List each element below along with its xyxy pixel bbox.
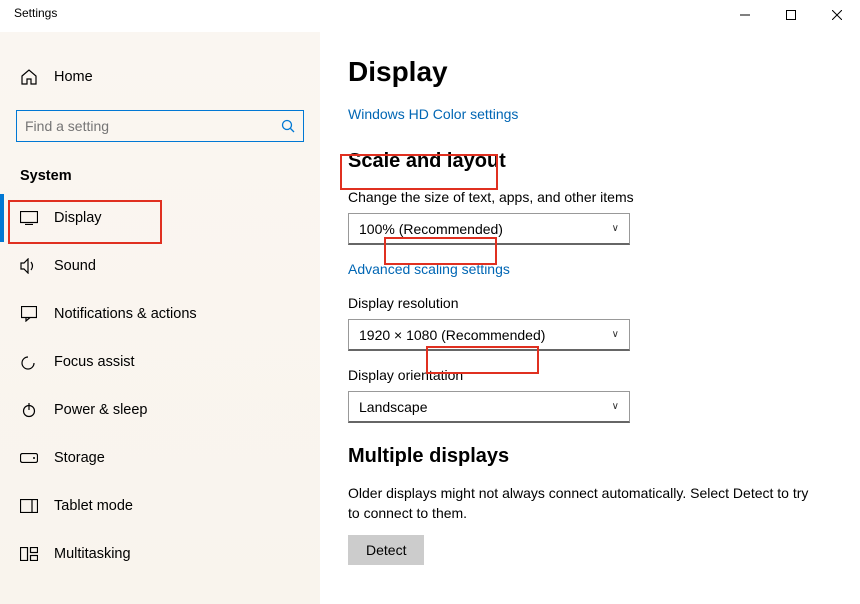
- window-title: Settings: [14, 6, 57, 20]
- multiple-displays-heading: Multiple displays: [348, 445, 832, 468]
- focus-assist-icon: [20, 353, 38, 371]
- sidebar-item-label: Notifications & actions: [54, 306, 197, 322]
- orientation-value: Landscape: [359, 399, 428, 415]
- hd-color-settings-link[interactable]: Windows HD Color settings: [348, 106, 518, 122]
- sidebar-item-label: Tablet mode: [54, 498, 133, 514]
- power-icon: [20, 401, 38, 419]
- sidebar-item-label: Focus assist: [54, 354, 135, 370]
- search-input[interactable]: [25, 118, 281, 134]
- storage-icon: [20, 449, 38, 467]
- scale-value: 100% (Recommended): [359, 221, 503, 237]
- scale-layout-heading: Scale and layout: [348, 150, 832, 173]
- multiple-displays-text: Older displays might not always connect …: [348, 484, 818, 523]
- maximize-button[interactable]: [768, 0, 814, 30]
- orientation-select[interactable]: Landscape ∨: [348, 391, 630, 423]
- resolution-select[interactable]: 1920 × 1080 (Recommended) ∨: [348, 319, 630, 351]
- sidebar-item-tablet-mode[interactable]: Tablet mode: [0, 482, 320, 530]
- advanced-scaling-link[interactable]: Advanced scaling settings: [348, 261, 510, 277]
- sound-icon: [20, 257, 38, 275]
- main-content: Display Windows HD Color settings Scale …: [320, 32, 860, 604]
- sidebar-item-display[interactable]: Display: [0, 194, 320, 242]
- scale-select[interactable]: 100% (Recommended) ∨: [348, 213, 630, 245]
- search-input-wrap[interactable]: [16, 110, 304, 142]
- notifications-icon: [20, 305, 38, 323]
- sidebar-item-label: Storage: [54, 450, 105, 466]
- sidebar-item-label: Display: [54, 210, 102, 226]
- page-title: Display: [348, 56, 832, 88]
- detect-button[interactable]: Detect: [348, 535, 424, 565]
- sidebar-item-sound[interactable]: Sound: [0, 242, 320, 290]
- chevron-down-icon: ∨: [612, 401, 619, 412]
- sidebar-item-multitasking[interactable]: Multitasking: [0, 530, 320, 578]
- titlebar: Settings: [0, 0, 860, 32]
- tablet-icon: [20, 497, 38, 515]
- home-label: Home: [54, 69, 93, 85]
- display-icon: [20, 209, 38, 227]
- chevron-down-icon: ∨: [612, 329, 619, 340]
- close-button[interactable]: [814, 0, 860, 30]
- sidebar: Home System Display Sound: [0, 32, 320, 604]
- sidebar-item-power-sleep[interactable]: Power & sleep: [0, 386, 320, 434]
- multitasking-icon: [20, 545, 38, 563]
- sidebar-item-focus-assist[interactable]: Focus assist: [0, 338, 320, 386]
- sidebar-item-storage[interactable]: Storage: [0, 434, 320, 482]
- orientation-label: Display orientation: [348, 367, 832, 383]
- scale-label: Change the size of text, apps, and other…: [348, 189, 832, 205]
- resolution-value: 1920 × 1080 (Recommended): [359, 327, 545, 343]
- sidebar-item-label: Power & sleep: [54, 402, 148, 418]
- sidebar-category: System: [20, 168, 320, 184]
- resolution-label: Display resolution: [348, 295, 832, 311]
- sidebar-item-notifications[interactable]: Notifications & actions: [0, 290, 320, 338]
- sidebar-item-label: Multitasking: [54, 546, 131, 562]
- home-icon: [20, 68, 38, 86]
- minimize-button[interactable]: [722, 0, 768, 30]
- search-icon: [281, 119, 295, 133]
- chevron-down-icon: ∨: [612, 223, 619, 234]
- sidebar-item-home[interactable]: Home: [0, 58, 320, 96]
- sidebar-item-label: Sound: [54, 258, 96, 274]
